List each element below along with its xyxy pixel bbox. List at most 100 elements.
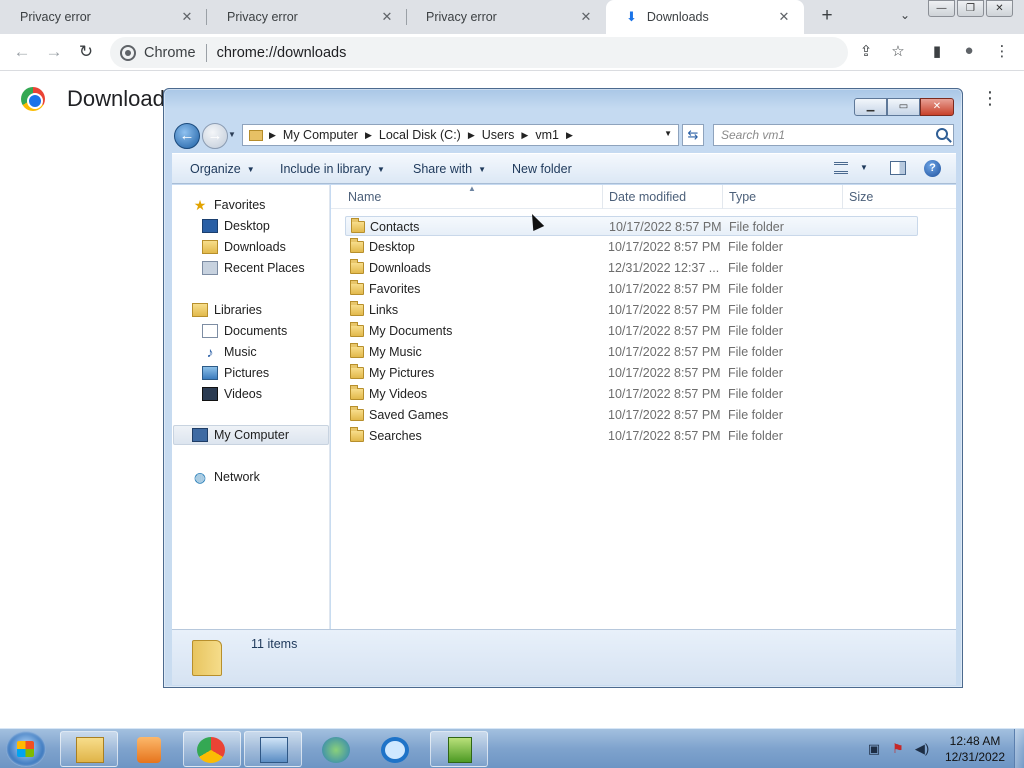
file-row[interactable]: My Videos 10/17/2022 8:57 PM File folder — [345, 384, 918, 404]
nav-recent-places[interactable]: Recent Places — [202, 258, 305, 278]
column-date-modified[interactable]: Date modified — [609, 190, 686, 204]
file-row[interactable]: Desktop 10/17/2022 8:57 PM File folder — [345, 237, 918, 257]
folder-icon — [350, 406, 364, 421]
file-row[interactable]: Contacts 10/17/2022 8:57 PM File folder — [345, 216, 918, 236]
chevron-right-icon[interactable]: ▶ — [365, 130, 372, 141]
share-icon[interactable]: ⇪ — [855, 42, 877, 64]
sort-ascending-icon: ▲ — [468, 184, 476, 193]
breadcrumb-item[interactable]: vm1 ▶ — [535, 128, 580, 142]
forward-arrow-icon[interactable]: → — [42, 41, 66, 65]
network-icon[interactable]: ▣ — [866, 741, 882, 757]
view-options-dropdown-icon[interactable]: ▼ — [860, 163, 868, 172]
maximize-button[interactable]: ▭ — [887, 98, 920, 116]
volume-icon[interactable]: ◀) — [914, 741, 930, 757]
change-view-icon[interactable] — [834, 162, 848, 174]
minimize-button[interactable]: ▁ — [854, 98, 887, 116]
column-type[interactable]: Type — [729, 190, 756, 204]
omnibox-url[interactable]: chrome://downloads — [217, 45, 347, 61]
downloads-menu-icon[interactable]: ⋮ — [980, 88, 1000, 109]
file-date-modified: 10/17/2022 8:57 PM — [608, 429, 721, 443]
chevron-right-icon[interactable]: ▶ — [269, 130, 276, 141]
file-row[interactable]: Saved Games 10/17/2022 8:57 PM File folder — [345, 405, 918, 425]
nav-my-computer[interactable]: My Computer — [173, 425, 329, 445]
search-input[interactable]: Search vm1 — [713, 124, 954, 146]
include-in-library-button[interactable]: Include in library ▼ — [280, 162, 385, 176]
nav-music[interactable]: ♪ Music — [202, 342, 257, 362]
file-row[interactable]: Favorites 10/17/2022 8:57 PM File folder — [345, 279, 918, 299]
breadcrumb-item[interactable]: Users ▶ — [482, 128, 536, 142]
tab-privacy-error-2[interactable]: Privacy error ✕ — [207, 0, 407, 34]
action-center-flag-icon[interactable]: ⚑ — [890, 741, 906, 757]
chevron-right-icon[interactable]: ▶ — [521, 130, 528, 141]
address-dropdown-icon[interactable]: ▼ — [664, 129, 672, 138]
back-button[interactable]: ← — [174, 123, 200, 149]
minimize-button[interactable]: — — [928, 0, 955, 17]
chrome-menu-icon[interactable]: ⋮ — [991, 42, 1013, 64]
file-row[interactable]: My Documents 10/17/2022 8:57 PM File folde… — [345, 321, 918, 341]
file-row[interactable]: Searches 10/17/2022 8:57 PM File folder — [345, 426, 918, 446]
breadcrumb-item[interactable]: My Computer ▶ — [283, 128, 379, 142]
side-panel-icon[interactable]: ▮ — [926, 42, 948, 64]
file-row[interactable]: Downloads 12/31/2022 12:37 ... File folder — [345, 258, 918, 278]
refresh-icon[interactable]: ⇆ — [682, 124, 704, 146]
column-size[interactable]: Size — [849, 190, 873, 204]
chevron-right-icon[interactable]: ▶ — [566, 130, 573, 141]
preview-pane-icon[interactable] — [890, 161, 906, 175]
nav-downloads[interactable]: Downloads — [202, 237, 286, 257]
pictures-icon — [202, 366, 218, 380]
new-folder-button[interactable]: New folder — [512, 162, 572, 176]
column-divider[interactable] — [842, 185, 843, 209]
back-arrow-icon[interactable]: ← — [10, 41, 34, 65]
taskbar-control-panel[interactable] — [244, 731, 302, 767]
bookmark-star-icon[interactable]: ☆ — [887, 42, 909, 64]
breadcrumb-item[interactable]: Local Disk (C:) ▶ — [379, 128, 482, 142]
profile-avatar-icon[interactable]: ● — [958, 42, 980, 64]
column-name[interactable]: Name — [348, 190, 381, 204]
tab-downloads[interactable]: ⬇ Downloads ✕ — [606, 0, 804, 34]
nav-desktop[interactable]: Desktop — [202, 216, 270, 236]
chevron-right-icon[interactable]: ▶ — [468, 130, 475, 141]
tab-close-icon[interactable]: ✕ — [179, 9, 195, 25]
nav-favorites[interactable]: ★ Favorites — [192, 195, 266, 215]
tab-privacy-error-1[interactable]: Privacy error ✕ — [0, 0, 207, 34]
new-tab-button[interactable]: + — [816, 6, 838, 28]
file-row[interactable]: Links 10/17/2022 8:57 PM File folder — [345, 300, 918, 320]
nav-videos[interactable]: Videos — [202, 384, 262, 404]
nav-pictures[interactable]: Pictures — [202, 363, 269, 383]
taskbar-chrome[interactable] — [183, 731, 241, 767]
taskbar-explorer[interactable] — [60, 731, 118, 767]
nav-libraries[interactable]: Libraries — [192, 300, 262, 320]
restore-button[interactable]: ❐ — [957, 0, 984, 17]
column-divider[interactable] — [722, 185, 723, 209]
tab-close-icon[interactable]: ✕ — [776, 9, 792, 25]
tab-privacy-error-3[interactable]: Privacy error ✕ — [406, 0, 606, 34]
nav-network[interactable]: ◍ Network — [192, 467, 260, 487]
recent-pages-dropdown-icon[interactable]: ▼ — [228, 130, 236, 139]
clock[interactable]: 12:48 AM 12/31/2022 — [940, 733, 1010, 765]
file-type: File folder — [728, 261, 783, 275]
taskbar-media-player[interactable] — [122, 731, 180, 767]
taskbar-network-task[interactable] — [307, 731, 365, 767]
show-desktop-button[interactable] — [1014, 729, 1024, 768]
reload-icon[interactable]: ↻ — [74, 41, 98, 65]
nav-documents[interactable]: Documents — [202, 321, 287, 341]
taskbar-internet-explorer[interactable] — [368, 731, 426, 767]
start-button[interactable] — [6, 731, 46, 767]
taskbar-notepad-chart[interactable] — [430, 731, 488, 767]
file-row[interactable]: My Pictures 10/17/2022 8:57 PM File folder — [345, 363, 918, 383]
address-bar[interactable]: ▶ My Computer ▶ Local Disk (C:) ▶ Users ▶ v… — [242, 124, 679, 146]
help-icon[interactable]: ? — [924, 160, 941, 177]
item-count: 11 items — [251, 637, 298, 651]
omnibox[interactable]: Chrome chrome://downloads — [110, 37, 848, 68]
file-row[interactable]: My Music 10/17/2022 8:57 PM File folder — [345, 342, 918, 362]
tab-close-icon[interactable]: ✕ — [578, 9, 594, 25]
close-button[interactable]: ✕ — [920, 98, 954, 116]
organize-button[interactable]: Organize ▼ — [190, 162, 255, 176]
column-divider[interactable] — [602, 185, 603, 209]
tab-close-icon[interactable]: ✕ — [379, 9, 395, 25]
search-icon[interactable] — [936, 128, 948, 140]
forward-button[interactable]: → — [202, 123, 228, 149]
tab-search-icon[interactable]: ⌄ — [895, 8, 915, 26]
share-with-button[interactable]: Share with ▼ — [413, 162, 486, 176]
close-button[interactable]: ✕ — [986, 0, 1013, 17]
